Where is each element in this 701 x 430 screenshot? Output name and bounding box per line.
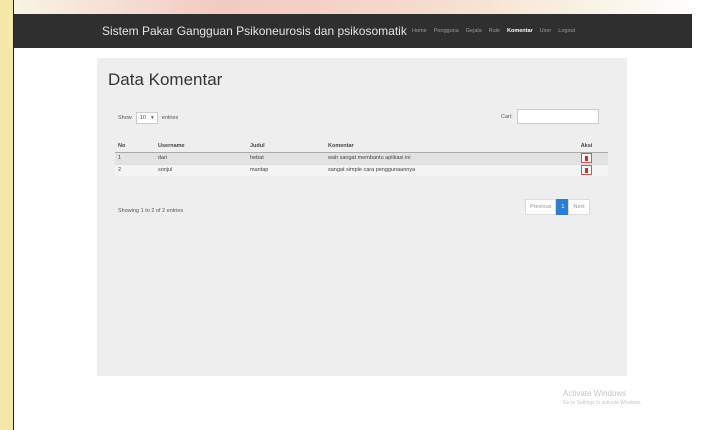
table-row: 2 sonjul mantap sangat simple cara pengg… — [115, 163, 608, 176]
nav-rule[interactable]: Rule — [489, 28, 500, 34]
content-panel: Data Komentar Show 10 ▾ entries Cari: No… — [97, 58, 627, 376]
top-edge-strip — [14, 0, 701, 14]
cell-judul: hebat — [247, 151, 325, 164]
table-row: 1 dari hebat wah sangat membantu aplikas… — [115, 151, 608, 164]
cell-judul: mantap — [247, 163, 325, 176]
cell-aksi — [565, 151, 608, 164]
nav-gejala[interactable]: Gejala — [466, 28, 482, 34]
cell-username: dari — [155, 151, 247, 164]
navbar: Sistem Pakar Gangguan Psikoneurosis dan … — [14, 14, 692, 48]
pagination-page-current[interactable]: 1 — [556, 199, 569, 215]
nav-user[interactable]: User — [540, 28, 552, 34]
cell-username: sonjul — [155, 163, 247, 176]
entries-select-value: 10 — [139, 115, 146, 121]
cell-aksi — [565, 163, 608, 176]
watermark-title: Activate Windows — [563, 389, 627, 398]
column-header-username[interactable]: Username — [155, 140, 247, 153]
page-title: Data Komentar — [108, 70, 223, 89]
entries-length-control: Show 10 ▾ entries — [118, 112, 178, 124]
cell-no: 1 — [115, 151, 155, 164]
search-control: Cari: — [501, 109, 599, 124]
pagination-previous[interactable]: Previous — [525, 199, 557, 215]
length-suffix: entries — [161, 115, 179, 121]
trash-icon — [585, 168, 588, 174]
komentar-table: No Username Judul Komentar Aksi 1 dari h… — [115, 140, 608, 176]
column-header-judul[interactable]: Judul — [247, 140, 325, 153]
app-title[interactable]: Sistem Pakar Gangguan Psikoneurosis dan … — [102, 14, 407, 48]
entries-select[interactable]: 10 ▾ — [135, 112, 158, 124]
search-input[interactable] — [516, 109, 599, 124]
table-header-row: No Username Judul Komentar Aksi — [115, 140, 608, 153]
chevron-down-icon: ▾ — [151, 115, 154, 121]
search-label: Cari: — [501, 113, 513, 120]
column-header-no[interactable]: No — [115, 140, 155, 153]
nav-menu: Home Pengguna Gejala Rule Komentar User … — [412, 14, 575, 48]
cell-komentar: wah sangat membantu aplikasi ini — [325, 151, 565, 164]
nav-logout[interactable]: Logout — [558, 28, 575, 34]
length-prefix: Show — [118, 115, 132, 121]
nav-home[interactable]: Home — [412, 28, 427, 34]
nav-komentar[interactable]: Komentar — [507, 28, 533, 34]
table-info: Showing 1 to 2 of 2 entries — [118, 208, 184, 214]
trash-icon — [585, 156, 588, 161]
watermark-subtitle: Go to Settings to activate Windows. — [563, 400, 642, 406]
delete-button[interactable] — [581, 153, 592, 163]
column-header-komentar[interactable]: Komentar — [325, 140, 565, 153]
column-header-aksi: Aksi — [565, 140, 608, 153]
delete-button[interactable] — [581, 165, 592, 176]
left-edge-strip — [0, 0, 14, 430]
activate-windows-watermark: Activate Windows Go to Settings to activ… — [563, 389, 642, 406]
nav-pengguna[interactable]: Pengguna — [434, 28, 459, 34]
cell-no: 2 — [115, 163, 155, 176]
pagination: Previous 1 Next — [525, 199, 590, 215]
cell-komentar: sangat simple cara penggunaannya — [325, 163, 565, 176]
pagination-next[interactable]: Next — [568, 199, 590, 215]
